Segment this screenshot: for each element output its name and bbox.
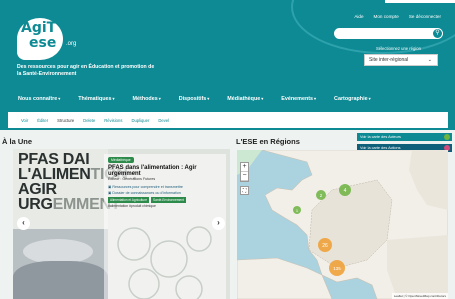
poster-smoke: [13, 261, 108, 299]
region-selected-value: Site inter-régional: [369, 57, 409, 63]
card-decoration: [117, 226, 212, 299]
map-tiles: 4 2 26 135 1: [237, 150, 448, 299]
poster-line-3: AGIR URG: [18, 181, 57, 213]
user-links: Aide Mon compte Se déconnecter: [354, 14, 441, 19]
carousel-prev-button[interactable]: ‹: [17, 217, 30, 230]
nav-item-methodes[interactable]: Méthodes▾: [133, 96, 161, 102]
nav-item-dispositifs[interactable]: Dispositifs▾: [179, 96, 210, 102]
search-icon[interactable]: ⚲: [433, 29, 442, 38]
tab-devel[interactable]: Devel: [158, 118, 169, 123]
zoom-in-button[interactable]: +: [241, 163, 248, 172]
help-link[interactable]: Aide: [354, 14, 363, 19]
tab-revisions[interactable]: Révisions: [104, 118, 122, 123]
admin-tabs: Voir Éditer Structure Delete Révisions D…: [8, 112, 448, 128]
logo-text-ese: ese: [29, 35, 57, 51]
nav-item-cartographie[interactable]: Cartographie▾: [334, 96, 371, 102]
map-zoom-control: + −: [240, 162, 249, 182]
fullscreen-icon[interactable]: ⛶: [240, 186, 249, 195]
map-cluster-label: 135: [333, 266, 341, 271]
card-link-dossier[interactable]: ▣ Dossier de connaissances ou d'informat…: [108, 191, 181, 195]
section-title-une: À la Une: [2, 137, 33, 146]
chevron-down-icon: ⌄: [427, 57, 432, 63]
tab-editer[interactable]: Éditer: [37, 118, 48, 123]
account-link[interactable]: Mon compte: [374, 14, 399, 19]
nav-item-thematiques[interactable]: Thématiques▾: [78, 96, 114, 102]
nav-item-nous-connaitre[interactable]: Nous connaître▾: [18, 96, 60, 102]
logo-suffix: .org: [66, 41, 77, 47]
search-input[interactable]: ⚲: [334, 28, 443, 39]
featured-card[interactable]: Médiathèque PFAS dans l'alimentation : A…: [104, 154, 226, 299]
card-link-resources[interactable]: ▣ Ressources pour comprendre et transmet…: [108, 185, 183, 189]
nav-item-mediatheque[interactable]: Médiathèque▾: [227, 96, 263, 102]
map-cluster-label: 4: [344, 188, 347, 194]
card-badge: Médiathèque: [108, 157, 134, 163]
logout-link[interactable]: Se déconnecter: [409, 14, 441, 19]
region-select[interactable]: Site inter-régional ⌄: [364, 54, 438, 66]
map-attribution[interactable]: Leaflet | © OpenStreetMap contributors: [391, 293, 448, 299]
card-keywords: #alimentation #produit chimique: [108, 204, 156, 208]
nav-item-evenements[interactable]: Evénements▾: [281, 96, 316, 102]
zoom-out-button[interactable]: −: [241, 172, 248, 181]
actors-map-button[interactable]: Voir la carte des Acteurs: [357, 133, 452, 141]
site-tagline: Des ressources pour agir en Éducation et…: [17, 64, 155, 77]
region-label: Sélectionnez une région: [376, 46, 421, 51]
main-nav: Nous connaître▾ Thématiques▾ Méthodes▾ D…: [0, 90, 455, 108]
regions-map[interactable]: 4 2 26 135 1 + − ⛶ Leaflet | © OpenStree…: [237, 150, 448, 299]
tab-structure[interactable]: Structure: [57, 118, 74, 123]
card-tags: Alimentation et Agriculture Santé-Enviro…: [108, 197, 186, 203]
map-cluster-label: 26: [322, 243, 328, 249]
card-title[interactable]: PFAS dans l'alimentation : Agir urgemmen…: [108, 165, 226, 177]
section-title-regions: L'ESE en Régions: [236, 137, 300, 146]
card-tag[interactable]: Alimentation et Agriculture: [108, 197, 150, 203]
card-tag[interactable]: Santé-Environnement: [151, 197, 186, 203]
logo-text-agir: AgiT: [21, 20, 57, 36]
tab-voir[interactable]: Voir: [21, 118, 28, 123]
carousel-next-button[interactable]: ›: [212, 217, 225, 230]
tab-dupliquer[interactable]: Dupliquer: [131, 118, 149, 123]
featured-carousel: PFAS DAI L'ALIMENTION : AGIR URGEMMENT M…: [13, 149, 230, 299]
header-accent: [385, 0, 455, 3]
tab-delete[interactable]: Delete: [83, 118, 95, 123]
actors-dot-icon: [444, 134, 450, 140]
card-publisher: Éditeur : Générations Futures: [108, 177, 156, 181]
